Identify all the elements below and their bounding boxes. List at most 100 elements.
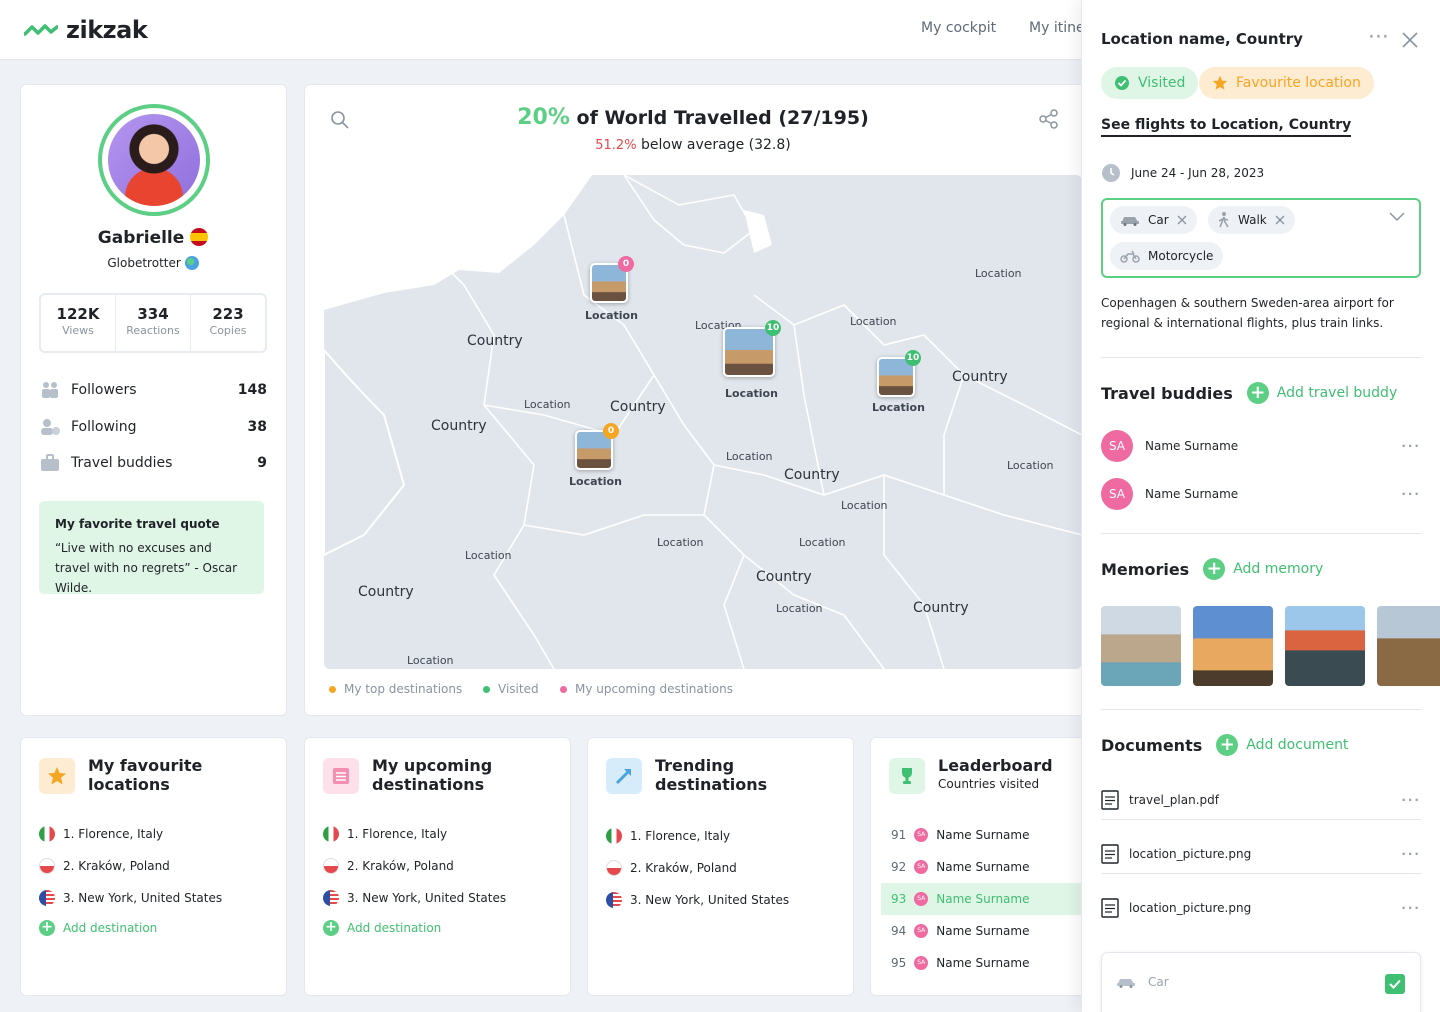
divider xyxy=(1101,873,1421,874)
memory-photo[interactable] xyxy=(1193,606,1273,686)
favourite-label: Favourite location xyxy=(1236,75,1361,91)
card-title: My favourite locations xyxy=(88,756,202,794)
leaderboard-row[interactable]: 94 SA Name Surname xyxy=(881,915,1081,947)
buddy-row[interactable]: SA Name Surname ··· xyxy=(1101,430,1421,462)
chevron-down-icon[interactable] xyxy=(1389,212,1405,222)
favourite-chip[interactable]: Favourite location xyxy=(1199,67,1374,99)
leaderboard-row[interactable]: 91 SA Name Surname xyxy=(881,819,1081,851)
memory-photo[interactable] xyxy=(1101,606,1181,686)
profile-card: Gabrielle Globetrotter 122K Views 334 Reac… xyxy=(20,84,287,716)
add-memory-button[interactable]: + Add memory xyxy=(1203,558,1323,580)
document-icon xyxy=(1101,844,1119,864)
more-options-icon[interactable]: ··· xyxy=(1369,30,1390,45)
map-pin[interactable]: 10 xyxy=(877,350,921,397)
legend-visited: Visited xyxy=(483,682,539,696)
close-icon[interactable] xyxy=(1401,31,1419,49)
memory-photo[interactable] xyxy=(1285,606,1365,686)
remove-car-icon[interactable] xyxy=(1177,215,1187,225)
leaderboard-subtitle: Countries visited xyxy=(938,777,1040,791)
document-row[interactable]: travel_plan.pdf ··· xyxy=(1101,790,1421,810)
list-item[interactable]: 3. New York, United States xyxy=(39,890,222,906)
clock-icon xyxy=(1102,164,1120,182)
visited-chip[interactable]: Visited xyxy=(1101,67,1199,99)
card-title: Leaderboard Countries visited xyxy=(938,756,1053,794)
card-title-line: destinations xyxy=(655,775,768,794)
list-item[interactable]: 1. Florence, Italy xyxy=(323,826,447,842)
following-label: Following xyxy=(71,419,137,435)
upcoming-destinations-card: My upcoming destinations 1. Florence, Ita… xyxy=(304,737,571,996)
leaderboard-row[interactable]: 95 SA Name Surname xyxy=(881,947,1081,979)
leaderboard-row-current-user[interactable]: 93 SA Name Surname xyxy=(881,883,1081,915)
legend-label: My top destinations xyxy=(344,682,463,696)
map-pin[interactable]: 10 xyxy=(723,320,781,377)
car-icon xyxy=(1121,217,1139,226)
card-title-line: Trending xyxy=(655,756,735,775)
brand-logo[interactable]: zikzak xyxy=(24,16,148,44)
map-pin[interactable]: 0 xyxy=(590,256,634,303)
more-options-icon[interactable]: ··· xyxy=(1401,439,1421,453)
add-destination-button[interactable]: + Add destination xyxy=(323,920,441,936)
world-map-card: 20% of World Travelled (27/195) 51.2% be… xyxy=(304,84,1104,716)
buddy-name: Name Surname xyxy=(1145,439,1239,453)
avatar[interactable] xyxy=(98,104,210,216)
add-document-button[interactable]: + Add document xyxy=(1216,734,1348,756)
nav-my-itineraries[interactable]: My itine xyxy=(1029,20,1085,36)
transport-option-list: Car xyxy=(1101,952,1421,1012)
see-flights-link[interactable]: See flights to Location, Country xyxy=(1101,117,1352,137)
memory-photo[interactable] xyxy=(1377,606,1440,686)
travel-buddies-row[interactable]: Travel buddies 9 xyxy=(39,454,267,472)
document-name: location_picture.png xyxy=(1129,847,1252,861)
followers-row[interactable]: Followers 148 xyxy=(39,381,267,399)
pin-badge: 10 xyxy=(765,320,781,336)
document-row[interactable]: location_picture.png ··· xyxy=(1101,898,1421,918)
section-title: Travel buddies xyxy=(1101,383,1233,403)
list-item[interactable]: 2. Kraków, Poland xyxy=(323,858,454,874)
transport-chip-car: Car xyxy=(1110,206,1197,234)
spain-flag-icon xyxy=(190,228,209,246)
nav-my-cockpit[interactable]: My cockpit xyxy=(921,20,996,36)
list-item-label: 3. New York, United States xyxy=(630,893,790,907)
stat-label: Views xyxy=(62,324,94,337)
avatar: SA xyxy=(914,924,929,938)
list-item[interactable]: 1. Florence, Italy xyxy=(606,828,730,844)
list-item[interactable]: 2. Kraków, Poland xyxy=(606,860,737,876)
map-label-location: Location xyxy=(524,398,571,411)
buddy-row[interactable]: SA Name Surname ··· xyxy=(1101,478,1421,510)
list-item-label: 3. New York, United States xyxy=(63,891,223,905)
add-travel-buddy-button[interactable]: + Add travel buddy xyxy=(1246,382,1397,404)
followers-count: 148 xyxy=(237,382,267,398)
pin-label: Location xyxy=(569,475,622,488)
plus-icon: + xyxy=(323,920,339,936)
legend-top-destinations: My top destinations xyxy=(329,682,462,696)
map-label-country: Country xyxy=(610,399,666,415)
more-options-icon[interactable]: ··· xyxy=(1401,487,1421,501)
leaderboard-row[interactable]: 92 SA Name Surname xyxy=(881,851,1081,883)
more-options-icon[interactable]: ··· xyxy=(1401,847,1421,861)
list-item[interactable]: 1. Florence, Italy xyxy=(39,826,163,842)
more-options-icon[interactable]: ··· xyxy=(1401,793,1421,807)
transport-label: Walk xyxy=(1238,213,1267,227)
map-label-location: Location xyxy=(850,315,897,328)
checkbox-checked[interactable] xyxy=(1385,974,1405,994)
transport-select[interactable]: Car Walk Motorcycle xyxy=(1101,198,1421,278)
map-pin[interactable]: 0 xyxy=(575,423,619,470)
list-item[interactable]: 2. Kraków, Poland xyxy=(39,858,170,874)
list-item[interactable]: 3. New York, United States xyxy=(323,890,506,906)
remove-walk-icon[interactable] xyxy=(1275,215,1285,225)
add-destination-button[interactable]: + Add destination xyxy=(39,920,157,936)
following-row[interactable]: Following 38 xyxy=(39,418,267,436)
rank: 92 xyxy=(891,860,907,874)
avatar: SA xyxy=(914,892,929,906)
date-range[interactable]: June 24 - Jun 28, 2023 xyxy=(1101,163,1264,183)
rank: 94 xyxy=(891,924,907,938)
more-options-icon[interactable]: ··· xyxy=(1401,901,1421,915)
legend-label: My upcoming destinations xyxy=(575,682,733,696)
transport-option-car[interactable]: Car xyxy=(1116,975,1169,989)
plus-icon: + xyxy=(39,920,55,936)
map-label-location: Location xyxy=(726,450,773,463)
list-item[interactable]: 3. New York, United States xyxy=(606,892,789,908)
map-area[interactable]: Country Country Country Country Country … xyxy=(324,175,1082,669)
poland-flag-icon xyxy=(323,858,339,874)
travelled-label: of World Travelled (27/195) xyxy=(576,107,869,129)
document-row[interactable]: location_picture.png ··· xyxy=(1101,844,1421,864)
